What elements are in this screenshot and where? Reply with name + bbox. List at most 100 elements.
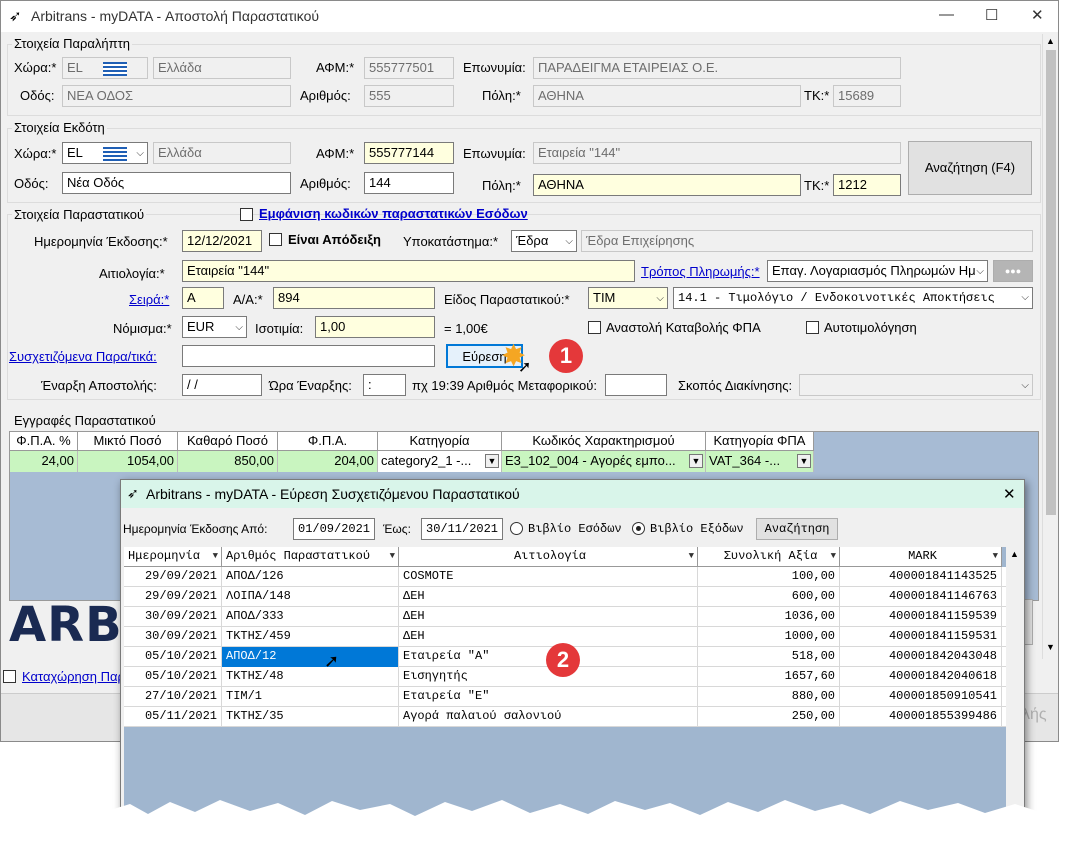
scroll-up-icon[interactable]: ▲: [1010, 549, 1019, 559]
close-button[interactable]: ✕: [1031, 6, 1044, 24]
related-docs-input[interactable]: [182, 345, 435, 367]
chevron-down-icon[interactable]: ⌵: [1021, 291, 1029, 307]
col-vat-category[interactable]: Κατηγορία ΦΠΑ: [706, 432, 814, 451]
minimize-button[interactable]: —: [939, 6, 954, 23]
cell-mark[interactable]: 400001842040618: [840, 667, 1002, 687]
cell-reason[interactable]: COSMOTE: [399, 567, 698, 587]
dialog-to-input[interactable]: 30/11/2021: [421, 518, 503, 540]
table-row[interactable]: 30/09/2021 ΑΠΟΔ/333 ΔΕΗ 1036,00 400001841159…: [124, 607, 1006, 627]
maximize-button[interactable]: ☐: [985, 6, 998, 24]
payment-method-link[interactable]: Τρόπος Πληρωμής:*: [641, 264, 760, 279]
issue-date-input[interactable]: 12/12/2021: [182, 230, 262, 252]
cell-total[interactable]: 1657,60: [698, 667, 840, 687]
entry-vat[interactable]: 204,00: [278, 451, 378, 472]
chevron-down-icon[interactable]: ▼: [485, 454, 499, 468]
series-input[interactable]: A: [182, 287, 224, 309]
cell-mark[interactable]: 400001855399486: [840, 707, 1002, 727]
issuer-search-button[interactable]: Αναζήτηση (F4): [908, 141, 1032, 195]
cell-mark[interactable]: 400001841143525: [840, 567, 1002, 587]
chevron-down-icon[interactable]: ▼: [797, 454, 811, 468]
aa-input[interactable]: 894: [273, 287, 435, 309]
chevron-down-icon[interactable]: ▼: [390, 547, 395, 566]
dialog-from-input[interactable]: 01/09/2021: [293, 518, 375, 540]
entry-code-cell[interactable]: E3_102_004 - Αγορές εμπο... ▼: [502, 451, 706, 472]
dialog-close-button[interactable]: ✕: [1003, 485, 1016, 503]
cell-total[interactable]: 250,00: [698, 707, 840, 727]
th-total[interactable]: Συνολική Αξία ▼: [698, 547, 840, 567]
income-radio-label[interactable]: Βιβλίο Εσόδων: [528, 522, 622, 536]
vat-suspension-label[interactable]: Αναστολή Καταβολής ΦΠΑ: [606, 320, 761, 335]
chevron-down-icon[interactable]: ⌵: [565, 234, 573, 250]
payment-more-button[interactable]: ●●●: [993, 260, 1033, 282]
cell-total[interactable]: 1036,00: [698, 607, 840, 627]
chevron-down-icon[interactable]: ⌵: [976, 264, 984, 280]
show-income-codes-checkbox[interactable]: [240, 208, 253, 221]
table-row[interactable]: 27/10/2021 ΤΙΜ/1 Εταιρεία "Ε" 880,00 4000018…: [124, 687, 1006, 707]
scroll-up-icon[interactable]: ▲: [1046, 36, 1055, 46]
series-link[interactable]: Σειρά:*: [129, 292, 169, 307]
expense-radio[interactable]: [632, 522, 645, 535]
cell-reason[interactable]: ΔΕΗ: [399, 587, 698, 607]
th-reason[interactable]: Αιτιολογία ▼: [399, 547, 698, 567]
issuer-city-input[interactable]: ΑΘΗΝΑ: [533, 174, 801, 196]
entry-vat-category-cell[interactable]: VAT_364 -... ▼: [706, 451, 814, 472]
entry-vat-pct[interactable]: 24,00: [10, 451, 78, 472]
cell-number[interactable]: ΤΙΜ/1: [222, 687, 399, 707]
doc-type-select[interactable]: ΤΙΜ ⌵: [588, 287, 668, 309]
cell-total[interactable]: 100,00: [698, 567, 840, 587]
cell-reason[interactable]: ΔΕΗ: [399, 607, 698, 627]
cell-number[interactable]: ΑΠΟΔ/126: [222, 567, 399, 587]
chevron-down-icon[interactable]: ▼: [689, 454, 703, 468]
table-row[interactable]: 29/09/2021 ΑΠΟΔ/126 COSMOTE 100,00 400001841…: [124, 567, 1006, 587]
cell-mark[interactable]: 400001841146763: [840, 587, 1002, 607]
cell-total[interactable]: 518,00: [698, 647, 840, 667]
col-net[interactable]: Καθαρό Ποσό: [178, 432, 278, 451]
purpose-select[interactable]: ⌵: [799, 374, 1033, 396]
cell-date[interactable]: 05/11/2021: [124, 707, 222, 727]
cell-date[interactable]: 27/10/2021: [124, 687, 222, 707]
cell-date[interactable]: 30/09/2021: [124, 607, 222, 627]
cell-date[interactable]: 05/10/2021: [124, 667, 222, 687]
cell-number[interactable]: ΤΚΤΗΣ/459: [222, 627, 399, 647]
issuer-country-select[interactable]: EL ⌵: [62, 142, 148, 164]
scroll-down-icon[interactable]: ▼: [1046, 642, 1055, 652]
cell-reason[interactable]: Αγορά παλαιού σαλονιού: [399, 707, 698, 727]
vat-suspension-checkbox[interactable]: [588, 321, 601, 334]
issuer-number-input[interactable]: 144: [364, 172, 454, 194]
scroll-thumb[interactable]: [1046, 50, 1056, 515]
chevron-down-icon[interactable]: ⌵: [1021, 378, 1029, 394]
chevron-down-icon[interactable]: ⌵: [656, 291, 664, 307]
cell-mark[interactable]: 400001850910541: [840, 687, 1002, 707]
chevron-down-icon[interactable]: ▼: [689, 547, 694, 566]
payment-method-select[interactable]: Επαγ. Λογαριασμός Πληρωμών Ημ ⌵: [767, 260, 988, 282]
register-checkbox[interactable]: [3, 670, 16, 683]
cell-number[interactable]: ΑΠΟΔ/333: [222, 607, 399, 627]
reason-input[interactable]: Εταιρεία "144": [182, 260, 635, 282]
th-mark[interactable]: MARK ▼: [840, 547, 1002, 567]
col-category[interactable]: Κατηγορία: [378, 432, 502, 451]
th-number[interactable]: Αριθμός Παραστατικού ▼: [222, 547, 399, 567]
cell-date[interactable]: 29/09/2021: [124, 587, 222, 607]
show-income-codes-label[interactable]: Εμφάνιση κωδικών παραστατικών Εσόδων: [259, 206, 528, 221]
issuer-zip-input[interactable]: 1212: [833, 174, 901, 196]
cell-total[interactable]: 880,00: [698, 687, 840, 707]
th-date[interactable]: Ημερομηνία ▼: [124, 547, 222, 567]
doc-type-desc-select[interactable]: 14.1 - Τιμολόγιο / Ενδοκοινοτικές Αποκτή…: [673, 287, 1033, 309]
is-receipt-checkbox[interactable]: [269, 233, 282, 246]
related-docs-link[interactable]: Συσχετιζόμενα Παρα/τικά:: [9, 349, 157, 364]
chevron-down-icon[interactable]: ⌵: [136, 146, 144, 162]
cell-reason[interactable]: Εταιρεία "Ε": [399, 687, 698, 707]
branch-select[interactable]: Έδρα ⌵: [511, 230, 577, 252]
dialog-search-button[interactable]: Αναζήτηση: [756, 518, 838, 540]
chevron-down-icon[interactable]: ⌵: [235, 320, 243, 336]
cell-number[interactable]: ΤΚΤΗΣ/48: [222, 667, 399, 687]
dispatch-date-input[interactable]: / /: [182, 374, 262, 396]
entry-net[interactable]: 850,00: [178, 451, 278, 472]
self-billing-checkbox[interactable]: [806, 321, 819, 334]
cell-reason[interactable]: ΔΕΗ: [399, 627, 698, 647]
cell-date[interactable]: 05/10/2021: [124, 647, 222, 667]
cell-number[interactable]: ΛΟΙΠΑ/148: [222, 587, 399, 607]
chevron-down-icon[interactable]: ▼: [993, 547, 998, 566]
cell-number[interactable]: ΤΚΤΗΣ/35: [222, 707, 399, 727]
cell-total[interactable]: 1000,00: [698, 627, 840, 647]
